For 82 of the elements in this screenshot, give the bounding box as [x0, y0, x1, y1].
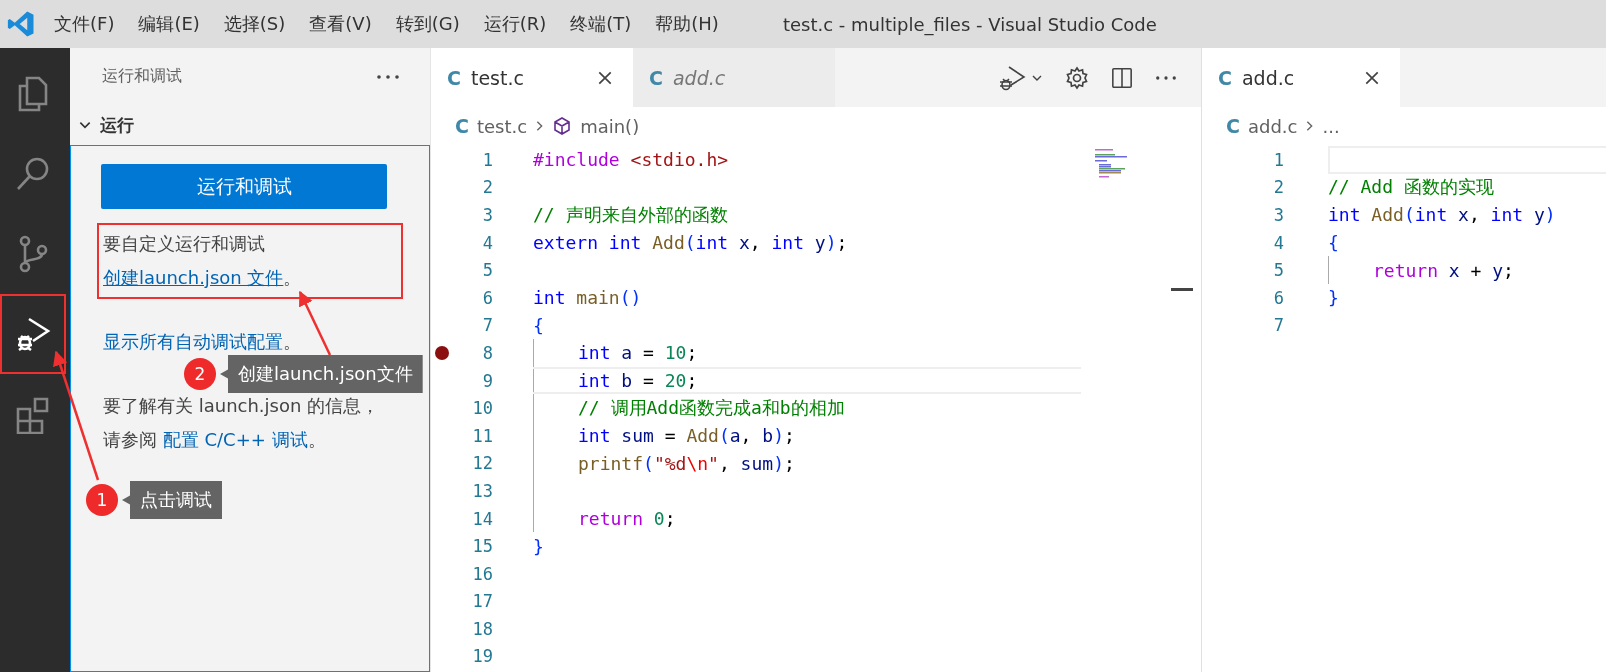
code-line: { — [1328, 232, 1339, 254]
line-number: 7 — [1272, 315, 1284, 336]
line-number: 9 — [481, 370, 493, 391]
code-line: int main() — [533, 287, 642, 309]
code-line: int b = 20; — [578, 370, 698, 392]
editor-tab[interactable]: C add.c — [1202, 48, 1400, 107]
more-icon[interactable] — [1155, 74, 1177, 81]
close-icon[interactable] — [1364, 69, 1380, 86]
code-line: int Add(int x, int y) — [1328, 204, 1556, 226]
link[interactable]: 显示所有自动调试配置 — [103, 331, 283, 352]
line-number: 3 — [481, 205, 493, 225]
menu-item[interactable]: 选择(S) — [223, 12, 286, 36]
window-title: test.c - multiple_files - Visual Studio Code — [782, 13, 1157, 35]
code-line: } — [1328, 287, 1339, 309]
line-number: 4 — [481, 232, 493, 253]
line-number: 1 — [481, 149, 493, 170]
breadcrumb-file[interactable]: C add.c — [1226, 115, 1298, 137]
menu-item[interactable]: 终端(T) — [570, 12, 632, 36]
menu-item[interactable]: 转到(G) — [395, 12, 460, 36]
line-number: 3 — [1272, 205, 1284, 225]
line-number: 7 — [481, 315, 493, 336]
line-number: 6 — [1272, 287, 1284, 308]
section-label: 运行 — [100, 113, 134, 137]
code-line: extern int Add(int x, int y); — [533, 232, 848, 254]
run-debug-button[interactable]: 运行和调试 — [101, 164, 387, 209]
code-line: printf("%d\n", sum); — [578, 452, 795, 474]
link[interactable]: 配置 C/C++ 调试 — [162, 429, 308, 450]
callout-tooltip: 点击调试 — [122, 481, 222, 519]
code-line: int sum = Add(a, b); — [578, 425, 795, 447]
code-line: int a = 10; — [578, 342, 698, 364]
line-number: 12 — [471, 453, 493, 474]
help-text: 显示所有自动调试配置。 — [103, 330, 302, 354]
line-number: 4 — [1272, 232, 1284, 253]
line-number: 2 — [481, 177, 493, 198]
line-number: 19 — [471, 646, 493, 667]
line-number: 1 — [1272, 149, 1284, 170]
section-header[interactable]: 运行 — [70, 105, 430, 145]
more-icon[interactable] — [376, 73, 400, 80]
code-line: return x + y; — [1373, 259, 1514, 281]
code-line: // 声明来自外部的函数 — [533, 203, 728, 227]
link[interactable]: 创建launch.json 文件 — [103, 267, 284, 288]
app-logo-icon — [6, 9, 36, 39]
callout-tooltip: 创建launch.json文件 — [220, 355, 423, 393]
line-number: 13 — [471, 480, 493, 501]
help-text: 要了解有关 launch.json 的信息，请参阅 配置 C/C++ 调试。 — [103, 394, 381, 452]
line-number: 5 — [1272, 260, 1284, 281]
line-number: 6 — [481, 287, 493, 308]
code-line: } — [533, 535, 544, 557]
scrollbar-mark — [1171, 288, 1193, 291]
menu-item[interactable]: 编辑(E) — [138, 12, 200, 36]
line-number: 17 — [471, 591, 493, 612]
help-text: 要自定义运行和调试 创建launch.json 文件。 — [103, 232, 303, 290]
line-number: 15 — [471, 536, 493, 557]
line-number: 14 — [471, 508, 493, 529]
menu-item[interactable]: 文件(F) — [54, 12, 115, 36]
breadcrumb-more[interactable]: ... — [1322, 115, 1340, 137]
breadcrumb-function[interactable]: main() — [552, 115, 640, 137]
close-icon[interactable] — [597, 69, 613, 86]
editor-tab[interactable]: C add.c — [633, 48, 835, 107]
line-number: 11 — [471, 425, 493, 446]
line-number: 10 — [471, 398, 493, 419]
menu-item[interactable]: 查看(V) — [309, 12, 372, 36]
cube-icon — [552, 116, 573, 136]
code-line: return 0; — [578, 508, 676, 529]
split-editor-icon[interactable] — [1111, 66, 1133, 89]
menu-item[interactable]: 帮助(H) — [655, 12, 719, 36]
settings-icon[interactable] — [1065, 65, 1089, 90]
breadcrumb-file[interactable]: C test.c — [455, 115, 528, 137]
run-debug-icon[interactable] — [997, 63, 1027, 92]
line-number: 16 — [471, 563, 493, 584]
line-number: 18 — [471, 618, 493, 639]
line-number: 5 — [481, 260, 493, 281]
line-number: 2 — [1272, 177, 1284, 198]
breakpoint-icon[interactable] — [435, 345, 449, 360]
line-number: 8 — [481, 342, 493, 363]
menu-item[interactable]: 运行(R) — [483, 12, 547, 36]
code-line: { — [533, 314, 544, 336]
editor-tab[interactable]: C test.c — [431, 48, 633, 107]
sidebar-title: 运行和调试 — [102, 66, 182, 87]
code-line: // 调用Add函数完成a和b的相加 — [578, 396, 845, 421]
code-line: #include <stdio.h> — [533, 149, 729, 171]
code-line: // Add 函数的实现 — [1328, 175, 1494, 200]
